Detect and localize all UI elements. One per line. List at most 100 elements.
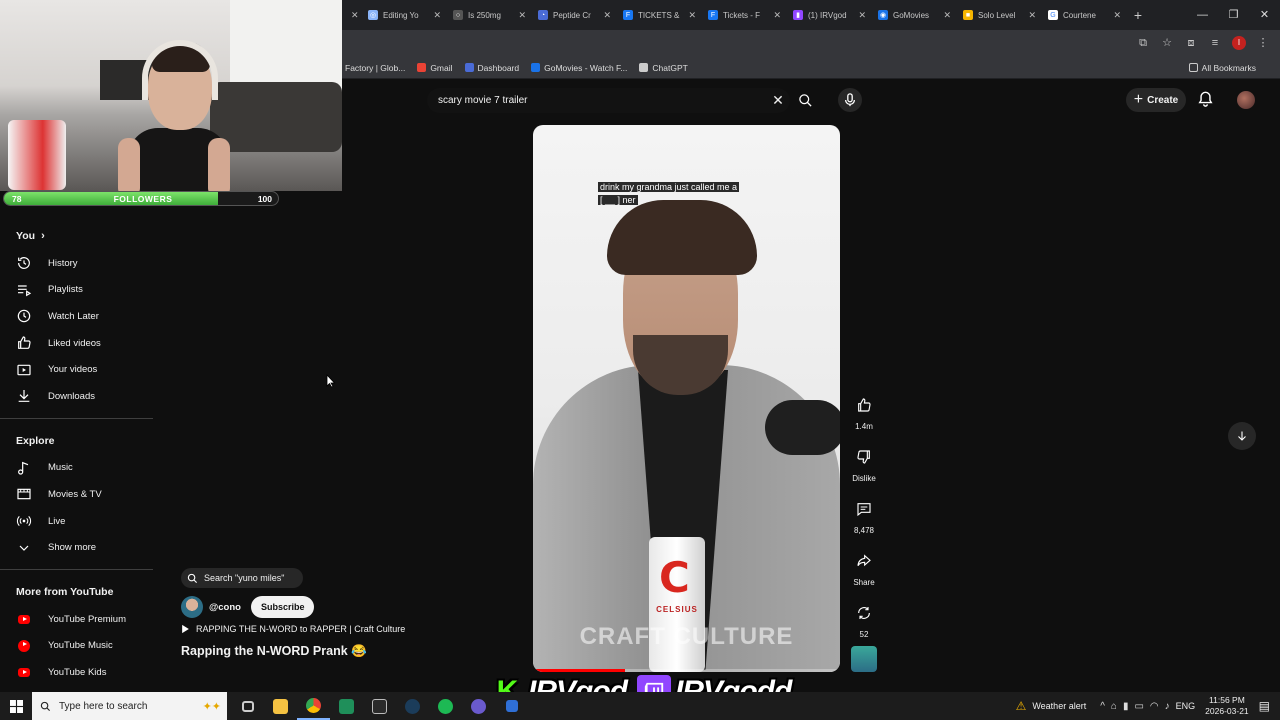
channel-thumbnail[interactable] [851,646,877,672]
cast-icon[interactable]: ⧉ [1136,36,1150,50]
sidebar-item-your-videos[interactable]: Your videos [0,356,153,383]
sidebar-item-movies-tv[interactable]: Movies & TV [0,481,153,508]
weather-widget[interactable]: ⚠ Weather alert [1016,699,1087,713]
sidebar-item-music[interactable]: Music [0,455,153,482]
wifi-icon[interactable]: ◠ [1150,701,1159,712]
search-suggestion-chip[interactable]: Search "yuno miles" [181,568,303,588]
network-icon[interactable]: ⌂ [1111,701,1117,712]
close-tab-icon[interactable]: ✕ [688,10,696,21]
minimize-icon[interactable]: — [1187,0,1218,30]
video-title[interactable]: Rapping the N-WORD Prank 😂 [181,644,367,659]
browser-tab[interactable]: ◔ Peptide Cr ✕ [532,0,617,30]
clock[interactable]: 11:56 PM 2026-03-21 [1205,695,1248,717]
sidebar-item-downloads[interactable]: Downloads [0,383,153,410]
task-view-icon[interactable] [231,692,264,720]
extensions-icon[interactable]: ⧈ [1184,36,1198,50]
like-action[interactable]: 1.4m [848,390,880,442]
close-tab-icon[interactable]: ✕ [943,10,951,21]
app-purple-icon[interactable] [462,692,495,720]
playlist-link[interactable]: RAPPING THE N-WORD to RAPPER | Craft Cul… [181,624,405,634]
voice-search-button[interactable] [838,88,862,112]
share-action[interactable]: Share [848,546,880,598]
close-tab-icon[interactable]: ✕ [603,10,611,21]
sidebar-item-playlists[interactable]: Playlists [0,277,153,304]
shorts-player[interactable]: C CELSIUS drink my grandma just called me… [533,125,840,672]
sidebar-item-youtube-kids[interactable]: YouTube Kids [0,659,153,686]
comments-action[interactable]: 8,478 [848,494,880,546]
close-tab-icon[interactable]: ✕ [1028,10,1036,21]
search-input[interactable]: scary movie 7 trailer [427,95,766,106]
browser-tab[interactable]: ▮ (1) IRVgod ✕ [787,0,872,30]
steam-icon[interactable] [396,692,429,720]
sidebar-item-watch-later[interactable]: Watch Later [0,303,153,330]
profile-icon[interactable]: I [1232,36,1246,50]
sidebar-item-youtube-music[interactable]: YouTube Music [0,633,153,660]
new-tab-button[interactable]: + [1127,7,1149,23]
restore-icon[interactable]: ❐ [1218,0,1249,30]
bookmark-item[interactable]: Gmail [417,63,453,73]
bookmark-item[interactable]: Factory | Glob... [345,63,405,73]
remix-icon [858,607,870,619]
dislike-action[interactable]: Dislike [848,442,880,494]
notifications-bell-icon[interactable] [1198,91,1213,112]
sidebar-item-live[interactable]: Live [0,508,153,535]
clear-search-icon[interactable]: ✕ [766,92,790,109]
taskbar-search[interactable]: Type here to search ✦✦ [32,692,227,720]
start-button[interactable] [0,699,32,713]
close-tab-icon[interactable]: ✕ [1113,10,1121,21]
browser-tab[interactable]: ◉ GoMovies ✕ [872,0,957,30]
browser-tab[interactable]: F TICKETS & ✕ [617,0,702,30]
sidebar-item-liked-videos[interactable]: Liked videos [0,330,153,357]
mouse-cursor-icon [326,374,336,388]
spotify-icon[interactable] [429,692,462,720]
bookmark-item[interactable]: Dashboard [464,63,519,73]
tab-partial[interactable]: ✕ [342,0,362,30]
close-tab-icon[interactable]: ✕ [773,10,781,21]
volume-icon[interactable]: ♪ [1165,701,1170,712]
channel-handle[interactable]: @cono [209,602,241,613]
close-tab-icon[interactable]: ✕ [858,10,866,21]
bookmark-item[interactable]: ChatGPT [639,63,688,73]
sidebar-item-show-more[interactable]: Show more [0,534,153,561]
search-button[interactable] [794,88,816,113]
sidebar-item-history[interactable]: History [0,250,153,277]
mic-tray-icon[interactable]: ▮ [1123,701,1129,712]
video-icon [17,364,31,375]
drink-can: C CELSIUS [649,537,705,672]
chevron-up-icon[interactable]: ^ [1100,701,1105,712]
browser-tab[interactable]: ○ Is 250mg ✕ [447,0,532,30]
all-bookmarks[interactable]: All Bookmarks [1188,62,1256,73]
you-section-title[interactable]: You › [0,222,153,250]
all-bookmarks-label: All Bookmarks [1201,62,1256,73]
close-icon[interactable]: ✕ [351,10,359,21]
browser-tab[interactable]: G Courtene ✕ [1042,0,1127,30]
remix-action[interactable]: 52 [848,598,880,650]
app-green-icon[interactable] [330,692,363,720]
sidebar-item-youtube-premium[interactable]: YouTube Premium [0,606,153,633]
close-tab-icon[interactable]: ✕ [433,10,441,21]
notifications-icon[interactable]: ▤ [1259,699,1270,713]
create-button[interactable]: + Create [1126,88,1186,112]
language-indicator[interactable]: ENG [1176,701,1196,711]
browser-tab[interactable]: F Tickets - F ✕ [702,0,787,30]
media-icon[interactable]: ≡ [1208,36,1222,50]
display-icon[interactable]: ▭ [1134,701,1143,712]
close-tab-icon[interactable]: ✕ [518,10,526,21]
file-explorer-icon[interactable] [264,692,297,720]
next-short-button[interactable] [1228,422,1256,450]
channel-avatar[interactable] [181,596,203,618]
browser-tab[interactable]: ■ Solo Level ✕ [957,0,1042,30]
epic-games-icon[interactable] [363,692,396,720]
app-blue-icon[interactable] [495,692,528,720]
search-box[interactable]: scary movie 7 trailer ✕ [427,88,812,113]
browser-tab[interactable]: ◎ Editing Yo ✕ [362,0,447,30]
bookmark-item[interactable]: GoMovies - Watch F... [531,63,627,73]
close-window-icon[interactable]: ✕ [1249,0,1280,30]
play-icon [182,624,189,634]
chrome-icon[interactable] [297,692,330,720]
menu-icon[interactable]: ⋮ [1256,36,1270,50]
bookmark-star-icon[interactable]: ☆ [1160,36,1174,50]
account-avatar[interactable] [1237,91,1255,109]
subscribe-button[interactable]: Subscribe [250,596,315,618]
windows-taskbar: Type here to search ✦✦ ⚠ Weather alert ^… [0,692,1280,720]
